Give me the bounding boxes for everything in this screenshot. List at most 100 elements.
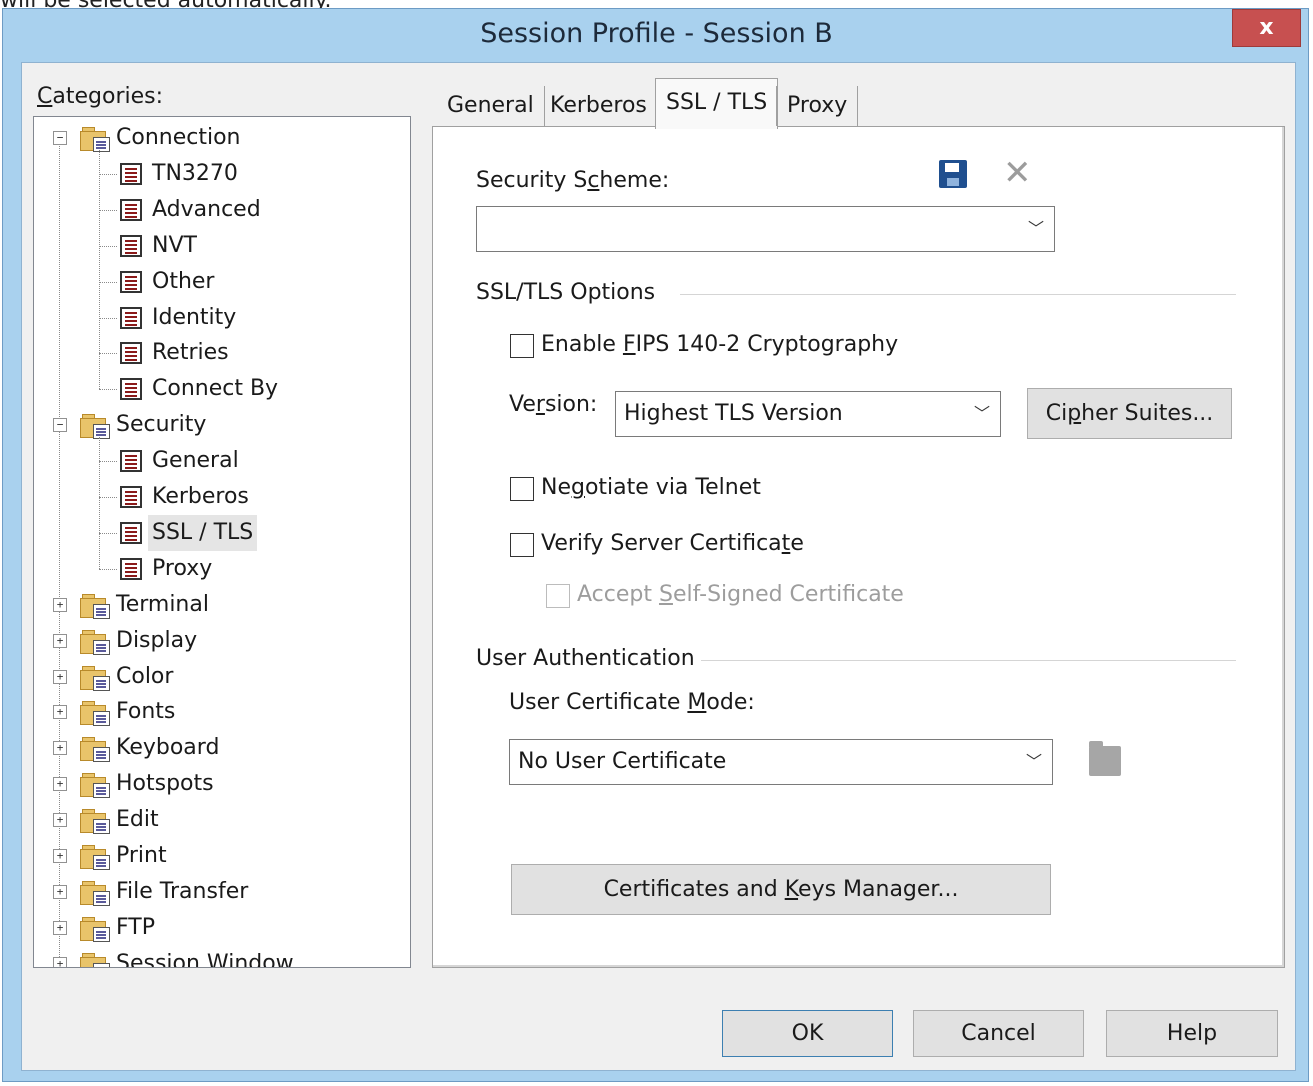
folder-icon — [80, 699, 110, 727]
ok-button[interactable]: OK — [722, 1010, 893, 1057]
tree-item-label: Hotspots — [116, 771, 214, 797]
settings-page-icon — [120, 378, 142, 401]
categories-label: Categories: — [37, 84, 163, 109]
expand-icon[interactable]: + — [53, 777, 67, 792]
tree-item-ftp[interactable]: + FTP — [53, 910, 155, 946]
tree-connector — [99, 245, 117, 247]
expand-icon[interactable]: + — [53, 705, 67, 720]
settings-page-icon — [120, 486, 142, 508]
tree-item-connection[interactable]: − Connection — [53, 120, 241, 156]
categories-mnemonic: C — [37, 84, 53, 109]
cert-keys-manager-button[interactable]: Certificates and Keys Manager... — [511, 864, 1051, 915]
window-title: Session Profile - Session B — [480, 18, 833, 49]
tree-item-label: Color — [116, 663, 174, 689]
tree-item-color[interactable]: + Color — [53, 659, 174, 695]
expand-icon[interactable]: + — [53, 884, 67, 899]
tree-item-connect-by[interactable]: Connect By — [99, 371, 279, 407]
tree-item-label: Other — [152, 268, 215, 294]
settings-page-icon — [120, 450, 142, 473]
delete-icon[interactable]: ✕ — [1003, 156, 1032, 190]
settings-page-icon — [120, 234, 142, 257]
verify-server-cert-checkbox[interactable] — [510, 533, 534, 557]
fips-checkbox[interactable] — [510, 334, 534, 358]
save-icon[interactable] — [939, 160, 967, 188]
tree-item-label: Retries — [152, 340, 229, 366]
expand-icon[interactable]: + — [53, 849, 67, 863]
tree-connector — [99, 532, 117, 534]
expand-icon[interactable]: + — [53, 669, 67, 684]
tree-item-other[interactable]: Other — [99, 264, 215, 300]
fips-label[interactable]: Enable FIPS 140-2 Cryptography — [541, 332, 898, 357]
expand-icon[interactable]: + — [53, 633, 67, 648]
tree-item-edit[interactable]: + Edit — [53, 802, 159, 838]
tree-item-session-window[interactable]: + Session Window — [53, 946, 294, 967]
tree-connector — [99, 437, 100, 569]
negotiate-telnet-label[interactable]: Negotiate via Telnet — [541, 475, 761, 500]
folder-icon — [80, 412, 110, 440]
tree-item-tn3270[interactable]: TN3270 — [99, 156, 238, 192]
tree-item-label: File Transfer — [116, 878, 249, 904]
tree-connector — [59, 139, 60, 965]
tree-item-kerberos[interactable]: Kerberos — [99, 479, 249, 515]
tree-item-label: Print — [116, 843, 167, 868]
tree-item-label: Connection — [116, 125, 241, 150]
tree-item-hotspots[interactable]: + Hotspots — [53, 766, 214, 802]
collapse-icon[interactable]: − — [53, 418, 67, 433]
tree-item-nvt[interactable]: NVT — [99, 228, 197, 264]
tree-item-retries[interactable]: Retries — [99, 335, 229, 371]
tree-connector — [99, 150, 100, 390]
tree-connector — [99, 461, 117, 463]
tree-item-ssl-tls[interactable]: SSL / TLS — [99, 514, 258, 551]
tree-item-label: Edit — [116, 807, 159, 833]
negotiate-telnet-checkbox[interactable] — [510, 477, 534, 501]
tab-kerberos[interactable]: Kerberos — [540, 86, 658, 126]
tree-item-label: Identity — [152, 304, 237, 330]
tree-item-identity[interactable]: Identity — [99, 300, 237, 336]
tree-item-print[interactable]: + Print — [53, 838, 167, 874]
tree-item-keyboard[interactable]: + Keyboard — [53, 730, 219, 766]
close-button[interactable]: x — [1232, 9, 1301, 47]
folder-icon — [80, 735, 110, 763]
folder-browse-icon[interactable] — [1089, 741, 1121, 776]
tree-item-label: Display — [116, 627, 198, 653]
user-cert-mode-dropdown[interactable]: No User Certificate ﹀ — [509, 739, 1053, 785]
tree-item-display[interactable]: + Display — [53, 623, 198, 659]
background-text: will be selected automatically. — [0, 0, 600, 8]
ssl-options-separator — [680, 294, 1236, 295]
tree-item-general[interactable]: General — [99, 443, 239, 479]
tree-connector — [99, 281, 117, 283]
expand-icon[interactable]: + — [53, 956, 67, 967]
version-dropdown[interactable]: Highest TLS Version ﹀ — [615, 391, 1001, 437]
expand-icon[interactable]: + — [53, 741, 67, 756]
verify-server-cert-label[interactable]: Verify Server Certificate — [541, 531, 804, 556]
expand-icon[interactable]: + — [53, 813, 67, 828]
tree-item-proxy[interactable]: Proxy — [99, 551, 212, 587]
cancel-button[interactable]: Cancel — [913, 1010, 1084, 1057]
cipher-suites-button[interactable]: Cipher Suites... — [1027, 388, 1232, 439]
tree-scrollbar[interactable]: ︿ ﹀ — [410, 117, 411, 967]
folder-icon — [80, 807, 110, 835]
tree-item-label: Connect By — [152, 376, 279, 402]
help-button[interactable]: Help — [1106, 1010, 1278, 1057]
folder-icon — [80, 592, 110, 619]
tree-item-fonts[interactable]: + Fonts — [53, 694, 175, 730]
expand-icon[interactable]: + — [53, 597, 67, 612]
tree-connector — [99, 173, 117, 175]
security-scheme-label: Security Scheme: — [476, 168, 670, 193]
categories-tree[interactable]: − Connection TN3270 Advanced NVT Other Identit… — [33, 116, 411, 968]
tab-general[interactable]: General — [437, 86, 545, 126]
tree-item-advanced[interactable]: Advanced — [99, 192, 261, 228]
tab-ssl-tls[interactable]: SSL / TLS — [655, 78, 779, 129]
chevron-down-icon: ﹀ — [1025, 752, 1042, 771]
self-signed-label[interactable]: Accept Self-Signed Certificate — [577, 582, 904, 607]
collapse-icon[interactable]: − — [53, 131, 67, 145]
tree-connector — [99, 568, 117, 570]
tab-proxy[interactable]: Proxy — [776, 86, 859, 126]
expand-icon[interactable]: + — [53, 920, 67, 935]
settings-page-icon — [120, 198, 142, 221]
folder-icon — [80, 771, 110, 799]
tree-item-terminal[interactable]: + Terminal — [53, 587, 209, 623]
tree-item-file-transfer[interactable]: + File Transfer — [53, 874, 249, 910]
security-scheme-dropdown[interactable]: ﹀ — [476, 206, 1055, 252]
self-signed-checkbox[interactable] — [546, 584, 570, 608]
